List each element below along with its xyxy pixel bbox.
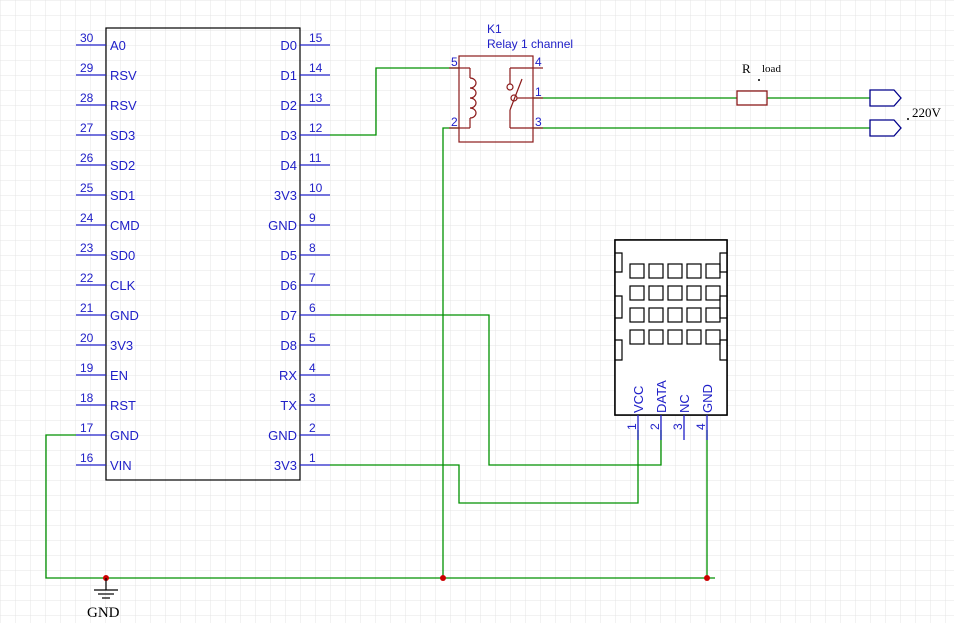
mcu-pin-number: 29 (80, 61, 94, 75)
supply-label-dot (907, 118, 909, 120)
mcu-pin-label: SD2 (110, 158, 135, 173)
relay-pin-3: 3 (535, 115, 542, 129)
mcu-pin-number: 30 (80, 31, 94, 45)
mcu-pin-label: GND (268, 428, 297, 443)
mcu-pin-label: RSV (110, 98, 137, 113)
mcu-pin-number: 2 (309, 421, 316, 435)
mcu-pin-number: 8 (309, 241, 316, 255)
mcu-pin-number: 27 (80, 121, 94, 135)
mcu-pin-label: A0 (110, 38, 126, 53)
mcu-pin-number: 3 (309, 391, 316, 405)
mcu-pin-number: 18 (80, 391, 94, 405)
resistor-subscript: load (762, 63, 781, 75)
mcu-pin-number: 19 (80, 361, 94, 375)
mcu-pin-label: D0 (280, 38, 297, 53)
mcu-pin-label: CLK (110, 278, 136, 293)
mcu-pin-number: 14 (309, 61, 323, 75)
mcu-pin-label: CMD (110, 218, 140, 233)
sensor-pin-label-vcc: VCC (631, 386, 646, 413)
mcu-pin-number: 26 (80, 151, 94, 165)
mcu-pin-number: 20 (80, 331, 94, 345)
terminal-arrow[interactable] (869, 89, 902, 107)
mcu-pin-number: 4 (309, 361, 316, 375)
mcu-pin-label: EN (110, 368, 128, 383)
relay-pin-4: 4 (535, 55, 542, 69)
mcu-pin-number: 24 (80, 211, 94, 225)
mcu-pin-label: 3V3 (110, 338, 133, 353)
mcu-pin-label: 3V3 (274, 458, 297, 473)
mcu-pin-number: 11 (309, 151, 322, 165)
relay-designator: K1 (487, 22, 502, 36)
resistor-label-dot (758, 79, 760, 81)
mcu-pin-label: GND (268, 218, 297, 233)
mcu-pin-number: 13 (309, 91, 323, 105)
relay-pin-1: 1 (535, 85, 542, 99)
mcu-pin-label: D5 (280, 248, 297, 263)
sensor-pin-num-3: 3 (671, 423, 685, 430)
terminal-arrow[interactable] (869, 119, 902, 137)
mcu-pin-label: D7 (280, 308, 297, 323)
sensor-pin-label-data: DATA (654, 380, 669, 413)
junction-dot (440, 575, 446, 581)
sensor-pin-num-1: 1 (625, 423, 639, 430)
grid-background (0, 0, 954, 623)
sensor-pin-label-gnd: GND (700, 384, 715, 413)
supply-label: 220V (912, 105, 942, 120)
resistor-designator: R (742, 61, 751, 76)
sensor-pin-num-2: 2 (648, 423, 662, 430)
mcu-pin-number: 16 (80, 451, 94, 465)
mcu-pin-label: SD0 (110, 248, 135, 263)
sensor-pin-num-4: 4 (694, 423, 708, 430)
mcu-pin-number: 21 (80, 301, 94, 315)
mcu-pin-label: SD1 (110, 188, 135, 203)
mcu-pin-number: 28 (80, 91, 94, 105)
mcu-pin-label: RSV (110, 68, 137, 83)
mcu-pin-label: D6 (280, 278, 297, 293)
mcu-pin-label: TX (280, 398, 297, 413)
relay-name: Relay 1 channel (487, 37, 573, 51)
mcu-pin-number: 17 (80, 421, 94, 435)
mcu-pin-number: 7 (309, 271, 316, 285)
mcu-pin-label: SD3 (110, 128, 135, 143)
relay-pin-2: 2 (451, 115, 458, 129)
junction-dot (704, 575, 710, 581)
mcu-pin-label: 3V3 (274, 188, 297, 203)
mcu-pin-label: GND (110, 308, 139, 323)
mcu-pin-label: RX (279, 368, 297, 383)
sensor-module[interactable]: VCC DATA NC GND 1 2 3 4 (614, 239, 728, 440)
schematic-canvas: GND 30 A029 RSV28 RSV27 SD326 SD225 SD124 CMD23… (0, 0, 954, 623)
mcu-pin-number: 23 (80, 241, 94, 255)
mcu-pin-label: D2 (280, 98, 297, 113)
mcu-pin-number: 6 (309, 301, 316, 315)
mcu-pin-label: D8 (280, 338, 297, 353)
mcu-pin-number: 12 (309, 121, 323, 135)
mcu-pin-number: 25 (80, 181, 94, 195)
mcu-pin-number: 5 (309, 331, 316, 345)
mcu-pin-number: 9 (309, 211, 316, 225)
mcu-pin-label: D3 (280, 128, 297, 143)
mcu-pin-label: D4 (280, 158, 297, 173)
relay-pin-5: 5 (451, 55, 458, 69)
mcu-pin-label: GND (110, 428, 139, 443)
sensor-pin-label-nc: NC (677, 394, 692, 413)
ground-label: GND (87, 605, 120, 621)
mcu-pin-label: RST (110, 398, 136, 413)
mcu-pin-number: 10 (309, 181, 323, 195)
mcu-pin-number: 15 (309, 31, 323, 45)
mcu-pin-number: 22 (80, 271, 94, 285)
mcu-pin-label: VIN (110, 458, 132, 473)
mcu-pin-label: D1 (280, 68, 297, 83)
mcu-pin-number: 1 (309, 451, 316, 465)
